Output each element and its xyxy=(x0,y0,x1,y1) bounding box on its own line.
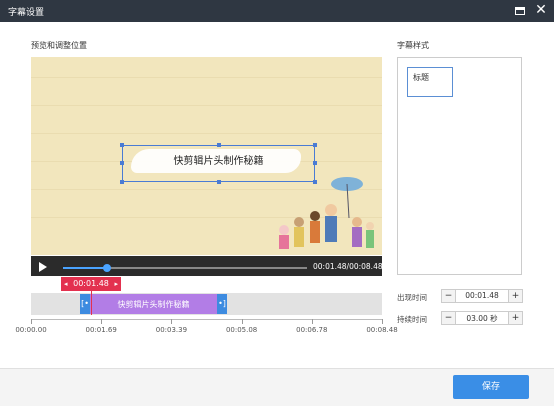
play-icon[interactable] xyxy=(39,262,47,272)
ruler-tick-label: 00:05.08 xyxy=(225,326,258,334)
save-button[interactable]: 保存 xyxy=(453,375,529,399)
duration-stepper[interactable]: − 03.00 秒 + xyxy=(441,311,523,325)
arrow-left-icon: ◂ xyxy=(64,280,68,288)
ruler-tick-label: 00:08.48 xyxy=(366,326,398,334)
caption-text: 快剪辑片头制作秘籍 xyxy=(173,156,264,167)
styles-label: 字幕样式 xyxy=(397,41,429,50)
close-button[interactable]: ✕ xyxy=(533,3,549,19)
ruler-tick-label: 00:06.78 xyxy=(296,326,328,334)
appear-time-stepper[interactable]: − 00:01.48 + xyxy=(441,289,523,303)
player-controls: 00:01.48/00:08.48 xyxy=(31,256,383,276)
ruler-tick xyxy=(101,319,103,324)
playback-progress-fill xyxy=(63,267,107,269)
playhead-time: 00:01.48 xyxy=(73,279,109,288)
illustration-characters xyxy=(279,177,374,249)
clip-label: 快剪辑片头制作秘籍 xyxy=(117,300,190,309)
time-display: 00:01.48/00:08.48 xyxy=(313,262,383,271)
style-list: 标题 xyxy=(397,57,522,275)
duration-plus-button[interactable]: + xyxy=(508,312,522,324)
playhead-line xyxy=(91,291,92,315)
arrow-right-icon: ▸ xyxy=(114,280,118,288)
ruler-tick xyxy=(382,319,383,324)
ruler-tick xyxy=(31,319,32,324)
window-title: 字幕设置 xyxy=(8,8,45,18)
playback-knob[interactable] xyxy=(102,264,111,272)
caption-clip[interactable]: [• 快剪辑片头制作秘籍 •] xyxy=(80,294,227,314)
ruler-tick-label: 00:03.39 xyxy=(155,326,188,334)
time-ruler xyxy=(31,319,382,320)
preview-label: 预览和调整位置 xyxy=(31,41,87,50)
clip-right-handle-icon[interactable]: •] xyxy=(217,294,227,314)
ruler-tick-label: 00:01.69 xyxy=(85,326,117,334)
title-bar: 字幕设置 ✕ xyxy=(0,0,554,22)
maximize-icon xyxy=(515,7,525,15)
ruler-tick xyxy=(171,319,173,324)
appear-time-value[interactable]: 00:01.48 xyxy=(456,291,508,300)
appear-time-label: 出现时间 xyxy=(397,293,427,302)
maximize-button[interactable] xyxy=(512,3,528,19)
duration-value[interactable]: 03.00 秒 xyxy=(456,313,508,324)
appear-plus-button[interactable]: + xyxy=(508,290,522,302)
ruler-tick-label: 00:00.00 xyxy=(15,326,47,334)
ruler-tick xyxy=(311,319,313,324)
playhead-marker[interactable]: ◂ 00:01.48 ▸ xyxy=(61,277,121,291)
close-icon: ✕ xyxy=(535,2,547,18)
clip-left-handle-icon[interactable]: [• xyxy=(80,294,90,314)
duration-label: 持续时间 xyxy=(397,315,427,324)
style-item-title[interactable]: 标题 xyxy=(407,67,453,97)
playback-slider[interactable] xyxy=(63,264,307,272)
ruler-tick xyxy=(241,319,243,324)
appear-minus-button[interactable]: − xyxy=(442,290,456,302)
duration-minus-button[interactable]: − xyxy=(442,312,456,324)
